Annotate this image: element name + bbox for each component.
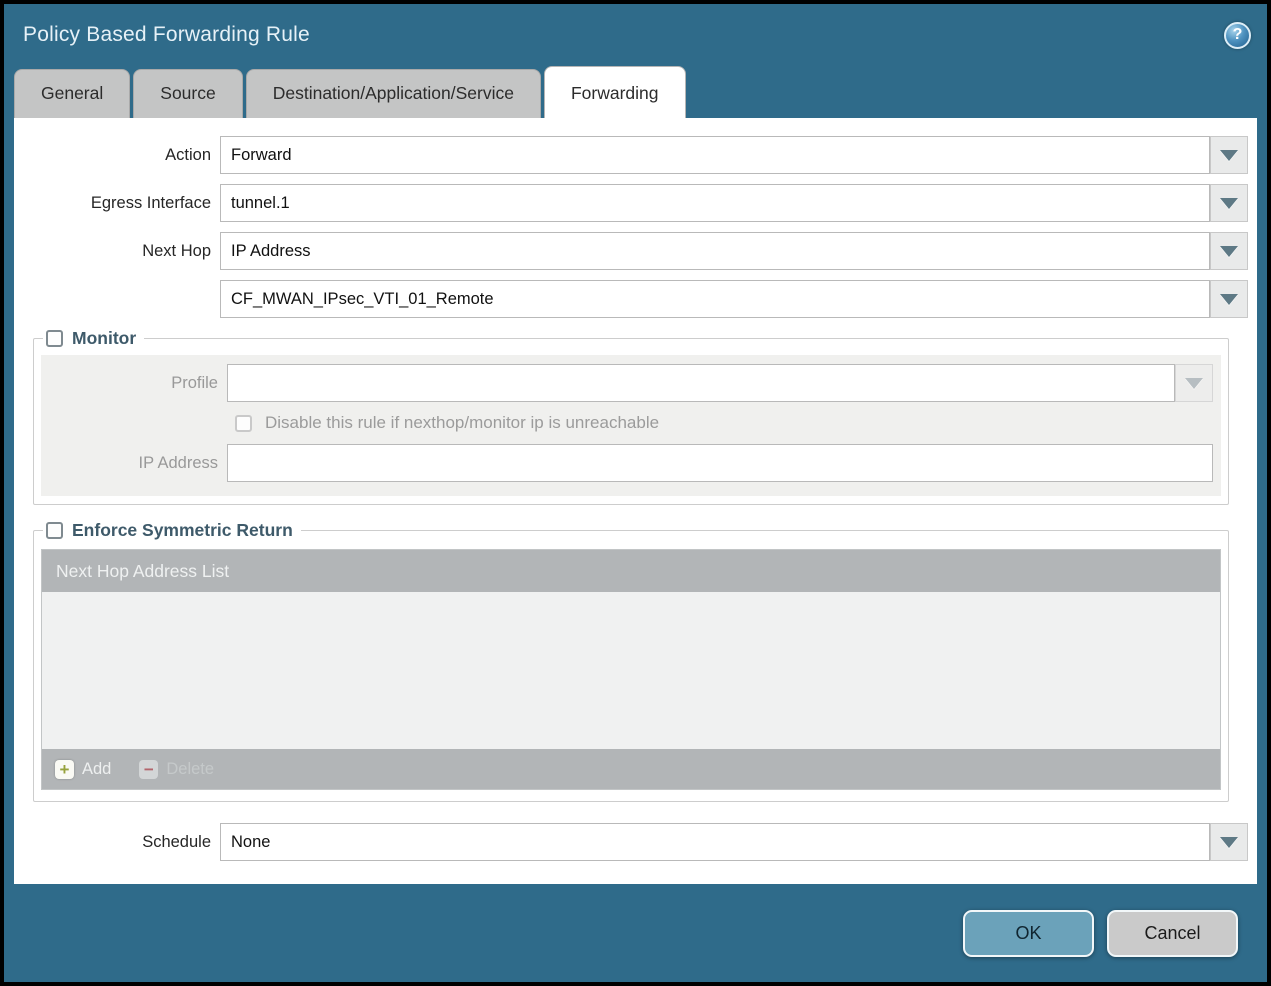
profile-combo: [227, 364, 1213, 402]
action-combo: [220, 136, 1248, 174]
pbf-rule-dialog: Policy Based Forwarding Rule ? General S…: [4, 4, 1267, 982]
monitor-checkbox[interactable]: [46, 330, 63, 347]
ok-button[interactable]: OK: [963, 909, 1094, 957]
schedule-row: Schedule: [14, 823, 1248, 861]
profile-input: [227, 364, 1175, 402]
next-hop-address-row: [14, 280, 1248, 318]
forwarding-tab-panel: Action Egress Interface Next Hop: [14, 118, 1257, 884]
disable-rule-checkbox: [235, 414, 252, 432]
monitor-panel: Profile Disable this rule if nexthop/mon…: [41, 355, 1221, 496]
tab-general[interactable]: General: [14, 69, 131, 118]
tab-destination-application-service[interactable]: Destination/Application/Service: [245, 69, 541, 118]
table-header-label: Next Hop Address List: [56, 560, 230, 581]
chevron-down-icon: [1220, 293, 1238, 305]
monitor-title: Monitor: [72, 328, 137, 348]
next-hop-address-combo: [220, 280, 1248, 318]
egress-interface-row: Egress Interface: [14, 184, 1248, 222]
enforce-symmetric-return-checkbox[interactable]: [46, 522, 63, 539]
table-body-empty[interactable]: [42, 592, 1220, 749]
monitor-ip-input: [227, 444, 1213, 482]
next-hop-row: Next Hop: [14, 232, 1248, 270]
plus-icon: +: [55, 759, 74, 779]
action-row: Action: [14, 136, 1248, 174]
schedule-input[interactable]: [220, 823, 1210, 861]
tab-source[interactable]: Source: [133, 69, 243, 118]
disable-rule-row: Disable this rule if nexthop/monitor ip …: [235, 413, 1213, 433]
next-hop-type-input[interactable]: [220, 232, 1210, 270]
tab-forwarding[interactable]: Forwarding: [543, 66, 686, 118]
next-hop-label: Next Hop: [142, 241, 211, 260]
tab-strip: General Source Destination/Application/S…: [4, 66, 1267, 118]
chevron-down-icon: [1220, 149, 1238, 161]
dialog-titlebar: Policy Based Forwarding Rule ?: [4, 4, 1267, 66]
schedule-combo: [220, 823, 1248, 861]
schedule-dropdown-button[interactable]: [1210, 823, 1248, 861]
dialog-title: Policy Based Forwarding Rule: [23, 23, 310, 46]
monitor-ip-combo: [227, 444, 1213, 482]
minus-icon: −: [139, 759, 159, 779]
delete-button: − Delete: [139, 759, 215, 779]
monitor-legend: Monitor: [43, 328, 144, 349]
next-hop-address-list-table: Next Hop Address List + Add − Delete: [41, 549, 1221, 790]
table-footer: + Add − Delete: [42, 749, 1220, 789]
egress-interface-input[interactable]: [220, 184, 1210, 222]
monitor-ip-row: IP Address: [41, 444, 1213, 482]
action-label: Action: [165, 145, 211, 164]
monitor-ip-label: IP Address: [138, 453, 219, 472]
add-button[interactable]: + Add: [55, 759, 112, 779]
next-hop-combo: [220, 232, 1248, 270]
help-icon[interactable]: ?: [1224, 21, 1251, 49]
chevron-down-icon: [1220, 245, 1238, 257]
next-hop-address-input[interactable]: [220, 280, 1210, 318]
profile-label: Profile: [171, 373, 218, 392]
next-hop-address-dropdown-button[interactable]: [1210, 280, 1248, 318]
table-header: Next Hop Address List: [42, 550, 1220, 592]
egress-interface-combo: [220, 184, 1248, 222]
profile-row: Profile: [41, 364, 1213, 402]
enforce-symmetric-return-legend: Enforce Symmetric Return: [43, 520, 301, 541]
chevron-down-icon: [1220, 197, 1238, 209]
chevron-down-icon: [1220, 836, 1238, 848]
add-button-label: Add: [82, 759, 112, 778]
next-hop-dropdown-button[interactable]: [1210, 232, 1248, 270]
cancel-button[interactable]: Cancel: [1107, 909, 1238, 957]
enforce-symmetric-return-section: Enforce Symmetric Return Next Hop Addres…: [33, 520, 1229, 802]
enforce-symmetric-return-title: Enforce Symmetric Return: [72, 520, 293, 540]
action-dropdown-button[interactable]: [1210, 136, 1248, 174]
egress-interface-dropdown-button[interactable]: [1210, 184, 1248, 222]
egress-interface-label: Egress Interface: [90, 193, 211, 212]
disable-rule-label: Disable this rule if nexthop/monitor ip …: [265, 413, 660, 432]
profile-dropdown-button: [1175, 364, 1213, 402]
schedule-label: Schedule: [142, 832, 211, 851]
chevron-down-icon: [1185, 377, 1203, 389]
delete-button-label: Delete: [166, 759, 215, 778]
dialog-footer: OK Cancel: [4, 884, 1267, 982]
action-input[interactable]: [220, 136, 1210, 174]
monitor-section: Monitor Profile Disable this rule if nex…: [33, 328, 1229, 505]
